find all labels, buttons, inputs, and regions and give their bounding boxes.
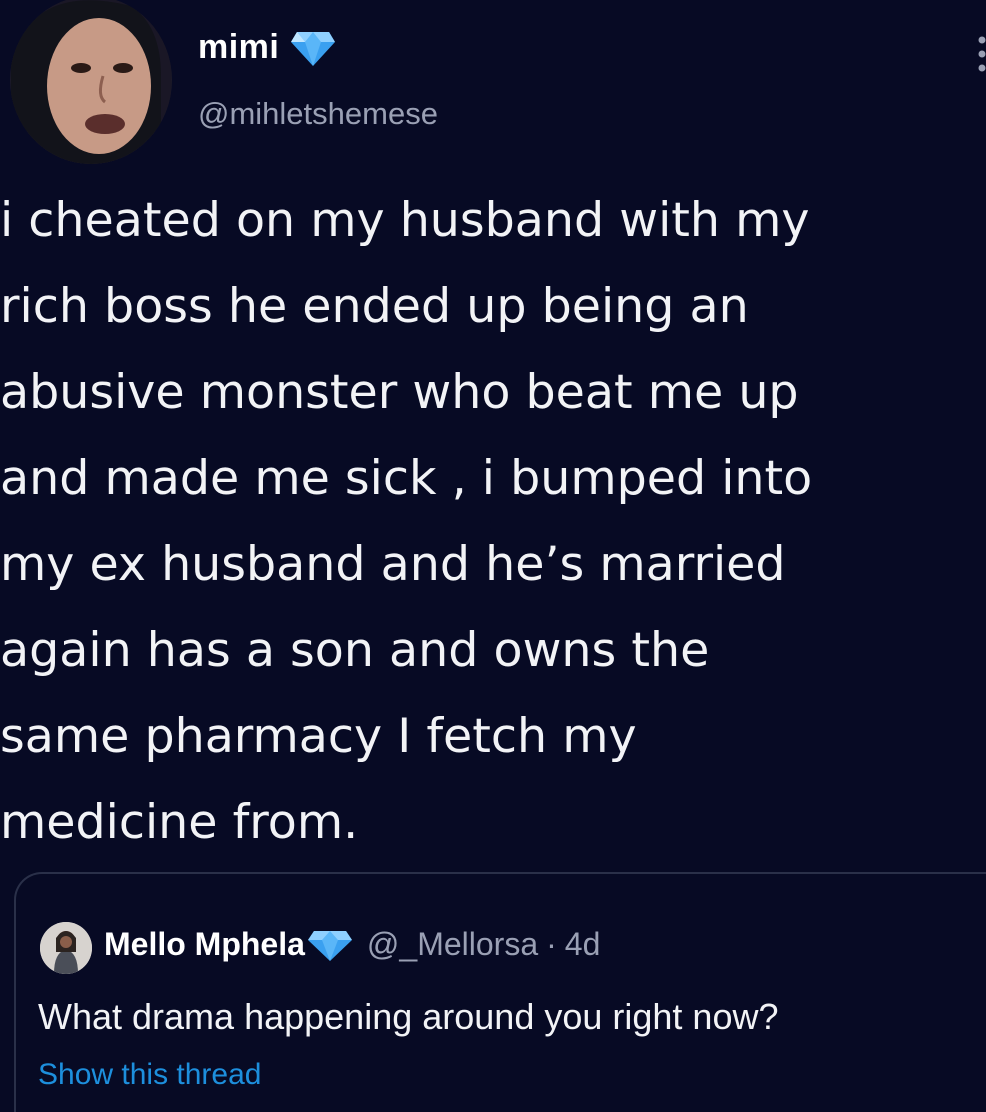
quoted-author-avatar[interactable]: [40, 922, 92, 974]
verified-diamond-icon: [307, 929, 353, 961]
author-handle[interactable]: @mihletshemese: [198, 96, 438, 132]
author-display-name[interactable]: mimi: [198, 28, 279, 67]
author-name-row: mimi: [198, 28, 336, 67]
verified-diamond-icon: [291, 30, 336, 66]
quoted-tweet-text: What drama happening around you right no…: [38, 996, 779, 1037]
quoted-timestamp[interactable]: 4d: [565, 926, 601, 963]
quoted-author-handle[interactable]: @_Mellorsa: [367, 926, 538, 963]
tweet-text: i cheated on my husband with my rich bos…: [0, 193, 813, 850]
tweet: mimi @mihletshemese i cheated on my husb…: [0, 0, 986, 1112]
quoted-tweet-header: Mello Mphela @_Mellorsa · 4d: [104, 926, 600, 963]
quoted-tweet-card[interactable]: Mello Mphela @_Mellorsa · 4d What drama …: [14, 872, 986, 1112]
author-avatar[interactable]: [10, 0, 172, 164]
dot-separator: ·: [546, 926, 557, 962]
quoted-author-name[interactable]: Mello Mphela: [104, 926, 305, 963]
show-thread-link[interactable]: Show this thread: [38, 1058, 261, 1092]
more-options-icon[interactable]: [978, 34, 986, 74]
